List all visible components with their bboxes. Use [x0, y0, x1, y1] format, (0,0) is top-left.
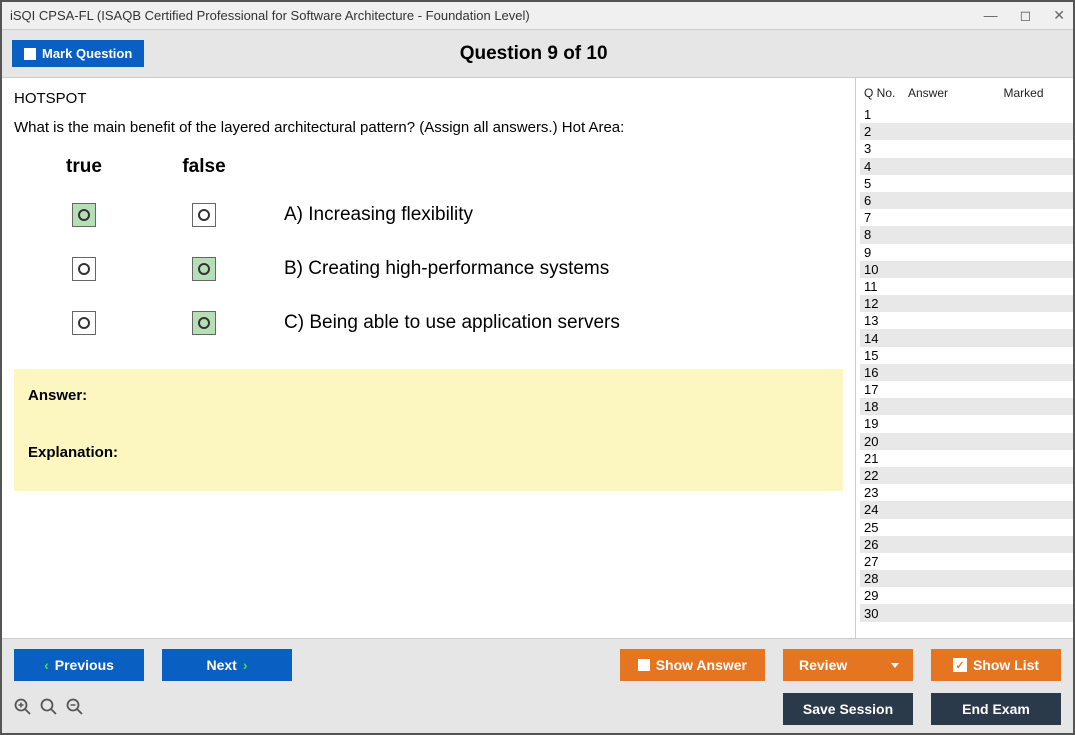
radio-true[interactable]	[72, 203, 96, 227]
list-item[interactable]: 13	[860, 312, 1073, 329]
end-exam-label: End Exam	[962, 701, 1030, 717]
option-text: C) Being able to use application servers	[284, 312, 620, 334]
close-icon[interactable]: ✕	[1053, 7, 1065, 24]
list-item[interactable]: 27	[860, 553, 1073, 570]
checkbox-icon	[638, 659, 650, 671]
list-item[interactable]: 22	[860, 467, 1073, 484]
list-item[interactable]: 23	[860, 484, 1073, 501]
footer: ‹ Previous Next › Show Answer Review ✓ S…	[2, 638, 1073, 733]
list-item[interactable]: 12	[860, 295, 1073, 312]
save-session-label: Save Session	[803, 701, 893, 717]
next-button[interactable]: Next ›	[162, 649, 292, 681]
option-text: A) Increasing flexibility	[284, 204, 473, 226]
option-text: B) Creating high-performance systems	[284, 258, 609, 280]
list-item[interactable]: 26	[860, 536, 1073, 553]
question-area: HOTSPOT What is the main benefit of the …	[2, 78, 855, 638]
show-answer-label: Show Answer	[656, 657, 747, 673]
header-false: false	[164, 156, 244, 178]
chevron-right-icon: ›	[243, 657, 248, 673]
check-icon: ✓	[953, 658, 967, 672]
zoom-out-icon[interactable]	[66, 698, 84, 721]
col-qno: Q No.	[864, 86, 908, 100]
zoom-in-icon[interactable]	[14, 698, 32, 721]
previous-button[interactable]: ‹ Previous	[14, 649, 144, 681]
answer-panel: Answer: Explanation:	[14, 369, 843, 491]
hotspot-row: C) Being able to use application servers	[44, 311, 847, 335]
list-item[interactable]: 9	[860, 244, 1073, 261]
list-item[interactable]: 17	[860, 381, 1073, 398]
chevron-down-icon	[891, 663, 899, 668]
question-type: HOTSPOT	[14, 90, 847, 107]
radio-true[interactable]	[72, 257, 96, 281]
zoom-controls	[14, 698, 84, 721]
app-window: iSQI CPSA-FL (ISAQB Certified Profession…	[0, 0, 1075, 735]
window-title: iSQI CPSA-FL (ISAQB Certified Profession…	[10, 8, 984, 23]
chevron-left-icon: ‹	[44, 657, 49, 673]
radio-false[interactable]	[192, 203, 216, 227]
list-item[interactable]: 5	[860, 175, 1073, 192]
maximize-icon[interactable]: ◻	[1020, 7, 1032, 24]
body: HOTSPOT What is the main benefit of the …	[2, 78, 1073, 638]
list-item[interactable]: 21	[860, 450, 1073, 467]
question-text: What is the main benefit of the layered …	[14, 119, 847, 136]
explanation-label: Explanation:	[28, 444, 829, 461]
hotspot-row: B) Creating high-performance systems	[44, 257, 847, 281]
radio-false[interactable]	[192, 257, 216, 281]
radio-false[interactable]	[192, 311, 216, 335]
zoom-reset-icon[interactable]	[40, 698, 58, 721]
answer-label: Answer:	[28, 387, 829, 404]
header-true: true	[44, 156, 124, 178]
question-list-panel: Q No. Answer Marked 12345678910111213141…	[855, 78, 1073, 638]
end-exam-button[interactable]: End Exam	[931, 693, 1061, 725]
list-item[interactable]: 24	[860, 501, 1073, 518]
list-item[interactable]: 25	[860, 519, 1073, 536]
header: Mark Question Question 9 of 10	[2, 30, 1073, 78]
list-item[interactable]: 15	[860, 347, 1073, 364]
show-list-button[interactable]: ✓ Show List	[931, 649, 1061, 681]
mark-question-button[interactable]: Mark Question	[12, 40, 144, 67]
list-item[interactable]: 14	[860, 329, 1073, 346]
list-item[interactable]: 7	[860, 209, 1073, 226]
question-counter: Question 9 of 10	[144, 43, 923, 65]
list-item[interactable]: 6	[860, 192, 1073, 209]
next-label: Next	[206, 657, 236, 673]
mark-question-label: Mark Question	[42, 46, 132, 61]
hotspot-grid: true false A) Increasing flexibility B) C…	[14, 156, 847, 365]
review-label: Review	[799, 657, 847, 673]
list-item[interactable]: 29	[860, 587, 1073, 604]
list-item[interactable]: 30	[860, 604, 1073, 621]
list-item[interactable]: 28	[860, 570, 1073, 587]
list-item[interactable]: 2	[860, 123, 1073, 140]
list-item[interactable]: 4	[860, 158, 1073, 175]
review-button[interactable]: Review	[783, 649, 913, 681]
list-item[interactable]: 3	[860, 140, 1073, 157]
hotspot-row: A) Increasing flexibility	[44, 203, 847, 227]
radio-true[interactable]	[72, 311, 96, 335]
minimize-icon[interactable]: —	[984, 7, 998, 24]
list-item[interactable]: 11	[860, 278, 1073, 295]
col-answer: Answer	[908, 86, 978, 100]
previous-label: Previous	[55, 657, 114, 673]
list-item[interactable]: 1	[860, 106, 1073, 123]
question-list[interactable]: 1234567891011121314151617181920212223242…	[860, 106, 1073, 638]
checkbox-icon	[24, 48, 36, 60]
list-item[interactable]: 8	[860, 226, 1073, 243]
show-answer-button[interactable]: Show Answer	[620, 649, 765, 681]
list-item[interactable]: 18	[860, 398, 1073, 415]
list-item[interactable]: 16	[860, 364, 1073, 381]
list-item[interactable]: 19	[860, 415, 1073, 432]
show-list-label: Show List	[973, 657, 1039, 673]
col-marked: Marked	[978, 86, 1069, 100]
titlebar: iSQI CPSA-FL (ISAQB Certified Profession…	[2, 2, 1073, 30]
question-list-header: Q No. Answer Marked	[860, 84, 1073, 106]
list-item[interactable]: 10	[860, 261, 1073, 278]
save-session-button[interactable]: Save Session	[783, 693, 913, 725]
list-item[interactable]: 20	[860, 433, 1073, 450]
